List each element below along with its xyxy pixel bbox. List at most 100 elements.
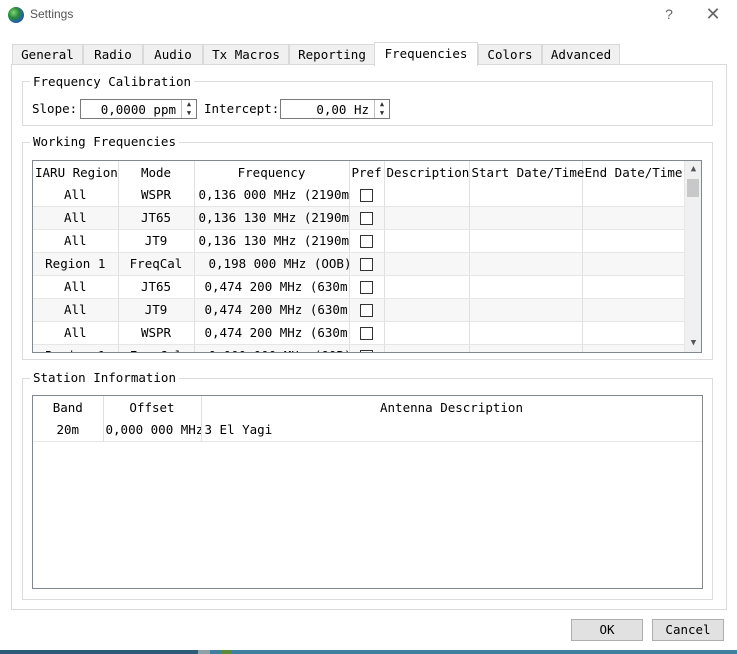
cell-offset[interactable]: 0,000 000 MHz xyxy=(103,418,202,442)
column-header-description[interactable]: Description xyxy=(384,161,470,183)
cell-mode[interactable]: FreqCal xyxy=(118,252,195,276)
cell-start[interactable] xyxy=(469,183,583,207)
cell-description[interactable] xyxy=(384,206,470,230)
column-header-frequency[interactable]: ⌃ Frequency xyxy=(194,161,350,183)
cell-end[interactable] xyxy=(582,321,686,345)
cell-end[interactable] xyxy=(582,252,686,276)
column-header-mode[interactable]: Mode xyxy=(118,161,195,183)
cell-region[interactable]: All xyxy=(33,229,119,253)
cell-start[interactable] xyxy=(469,321,583,345)
station-information-table[interactable]: ⌃ Band Offset Antenna Description 20m 0,0… xyxy=(32,395,703,589)
cell-description[interactable] xyxy=(384,229,470,253)
cell-pref[interactable] xyxy=(349,206,385,230)
table-row[interactable]: All WSPR 0,474 200 MHz (630m) xyxy=(33,321,686,345)
cell-pref[interactable] xyxy=(349,183,385,207)
table-row[interactable]: All WSPR 0,136 000 MHz (2190m) xyxy=(33,183,686,207)
cell-start[interactable] xyxy=(469,252,583,276)
spin-up-icon[interactable]: ▲ xyxy=(375,100,389,109)
cell-pref[interactable] xyxy=(349,229,385,253)
scroll-down-icon[interactable]: ▼ xyxy=(685,335,701,352)
tab-radio[interactable]: Radio xyxy=(83,44,143,65)
working-frequencies-table[interactable]: IARU Region Mode ⌃ Frequency Pref Descrip… xyxy=(32,160,702,353)
cell-description[interactable] xyxy=(384,321,470,345)
cell-region[interactable]: All xyxy=(33,298,119,322)
cell-frequency[interactable]: 0,136 130 MHz (2190m) xyxy=(194,206,350,230)
intercept-spinbox[interactable]: 0,00 Hz ▲ ▼ xyxy=(280,99,390,119)
cell-mode[interactable]: FreqCal xyxy=(118,344,195,352)
cell-end[interactable] xyxy=(582,344,686,352)
cell-region[interactable]: Region 1 xyxy=(33,252,119,276)
pref-checkbox[interactable] xyxy=(360,327,373,340)
pref-checkbox[interactable] xyxy=(360,258,373,271)
cell-description[interactable] xyxy=(384,183,470,207)
table-row[interactable]: Region 1 FreqCal 0,198 000 MHz (OOB) xyxy=(33,252,686,276)
cell-band[interactable]: 20m xyxy=(33,418,104,442)
cell-frequency[interactable]: 0,136 130 MHz (2190m) xyxy=(194,229,350,253)
intercept-spin-buttons[interactable]: ▲ ▼ xyxy=(374,100,389,118)
table-row[interactable]: Region 1 FreqCal 0,000 000 MHz (OOB) xyxy=(33,344,686,352)
cell-description[interactable] xyxy=(384,275,470,299)
cell-end[interactable] xyxy=(582,229,686,253)
table-row[interactable]: 20m 0,000 000 MHz 3 El Yagi xyxy=(33,418,702,442)
cell-pref[interactable] xyxy=(349,344,385,352)
cell-description[interactable] xyxy=(384,344,470,352)
pref-checkbox[interactable] xyxy=(360,212,373,225)
table-row[interactable]: All JT65 0,136 130 MHz (2190m) xyxy=(33,206,686,230)
pref-checkbox[interactable] xyxy=(360,304,373,317)
tab-frequencies[interactable]: Frequencies xyxy=(374,42,478,66)
cell-description[interactable] xyxy=(384,252,470,276)
vertical-scrollbar[interactable]: ▲ ▼ xyxy=(684,161,701,352)
cell-frequency[interactable]: 0,198 000 MHz (OOB) xyxy=(194,252,350,276)
cell-mode[interactable]: WSPR xyxy=(118,321,195,345)
cell-end[interactable] xyxy=(582,183,686,207)
cell-end[interactable] xyxy=(582,275,686,299)
cell-end[interactable] xyxy=(582,206,686,230)
help-button[interactable]: ? xyxy=(658,3,680,25)
cell-start[interactable] xyxy=(469,344,583,352)
column-header-band[interactable]: ⌃ Band xyxy=(33,396,104,418)
cell-start[interactable] xyxy=(469,229,583,253)
spin-up-icon[interactable]: ▲ xyxy=(182,100,196,109)
cell-description[interactable] xyxy=(384,298,470,322)
close-button[interactable]: ✕ xyxy=(700,3,726,25)
tab-audio[interactable]: Audio xyxy=(143,44,203,65)
tab-tx-macros[interactable]: Tx Macros xyxy=(203,44,289,65)
column-header-offset[interactable]: Offset xyxy=(103,396,202,418)
cancel-button[interactable]: Cancel xyxy=(652,619,724,641)
spin-down-icon[interactable]: ▼ xyxy=(375,109,389,118)
tab-reporting[interactable]: Reporting xyxy=(289,44,375,65)
cell-region[interactable]: All xyxy=(33,321,119,345)
pref-checkbox[interactable] xyxy=(360,235,373,248)
cell-frequency[interactable]: 0,474 200 MHz (630m) xyxy=(194,321,350,345)
cell-frequency[interactable]: 0,000 000 MHz (OOB) xyxy=(194,344,350,352)
cell-start[interactable] xyxy=(469,206,583,230)
table-row[interactable]: All JT9 0,136 130 MHz (2190m) xyxy=(33,229,686,253)
cell-mode[interactable]: JT65 xyxy=(118,206,195,230)
pref-checkbox[interactable] xyxy=(360,281,373,294)
cell-mode[interactable]: JT65 xyxy=(118,275,195,299)
scroll-up-icon[interactable]: ▲ xyxy=(685,161,701,178)
column-header-antenna-description[interactable]: Antenna Description xyxy=(201,396,702,418)
cell-region[interactable]: All xyxy=(33,275,119,299)
cell-region[interactable]: All xyxy=(33,183,119,207)
cell-mode[interactable]: JT9 xyxy=(118,298,195,322)
slope-spin-buttons[interactable]: ▲ ▼ xyxy=(181,100,196,118)
tab-advanced[interactable]: Advanced xyxy=(542,44,620,65)
pref-checkbox[interactable] xyxy=(360,188,373,202)
cell-antenna[interactable]: 3 El Yagi xyxy=(201,418,702,442)
cell-region[interactable]: Region 1 xyxy=(33,344,119,352)
spin-down-icon[interactable]: ▼ xyxy=(182,109,196,118)
cell-pref[interactable] xyxy=(349,275,385,299)
cell-frequency[interactable]: 0,474 200 MHz (630m) xyxy=(194,275,350,299)
cell-pref[interactable] xyxy=(349,298,385,322)
cell-mode[interactable]: WSPR xyxy=(118,183,195,207)
cell-mode[interactable]: JT9 xyxy=(118,229,195,253)
cell-region[interactable]: All xyxy=(33,206,119,230)
tab-general[interactable]: General xyxy=(12,44,83,65)
scrollbar-thumb[interactable] xyxy=(687,179,699,197)
cell-pref[interactable] xyxy=(349,252,385,276)
ok-button[interactable]: OK xyxy=(571,619,643,641)
cell-pref[interactable] xyxy=(349,321,385,345)
cell-frequency[interactable]: 0,474 200 MHz (630m) xyxy=(194,298,350,322)
cell-start[interactable] xyxy=(469,298,583,322)
